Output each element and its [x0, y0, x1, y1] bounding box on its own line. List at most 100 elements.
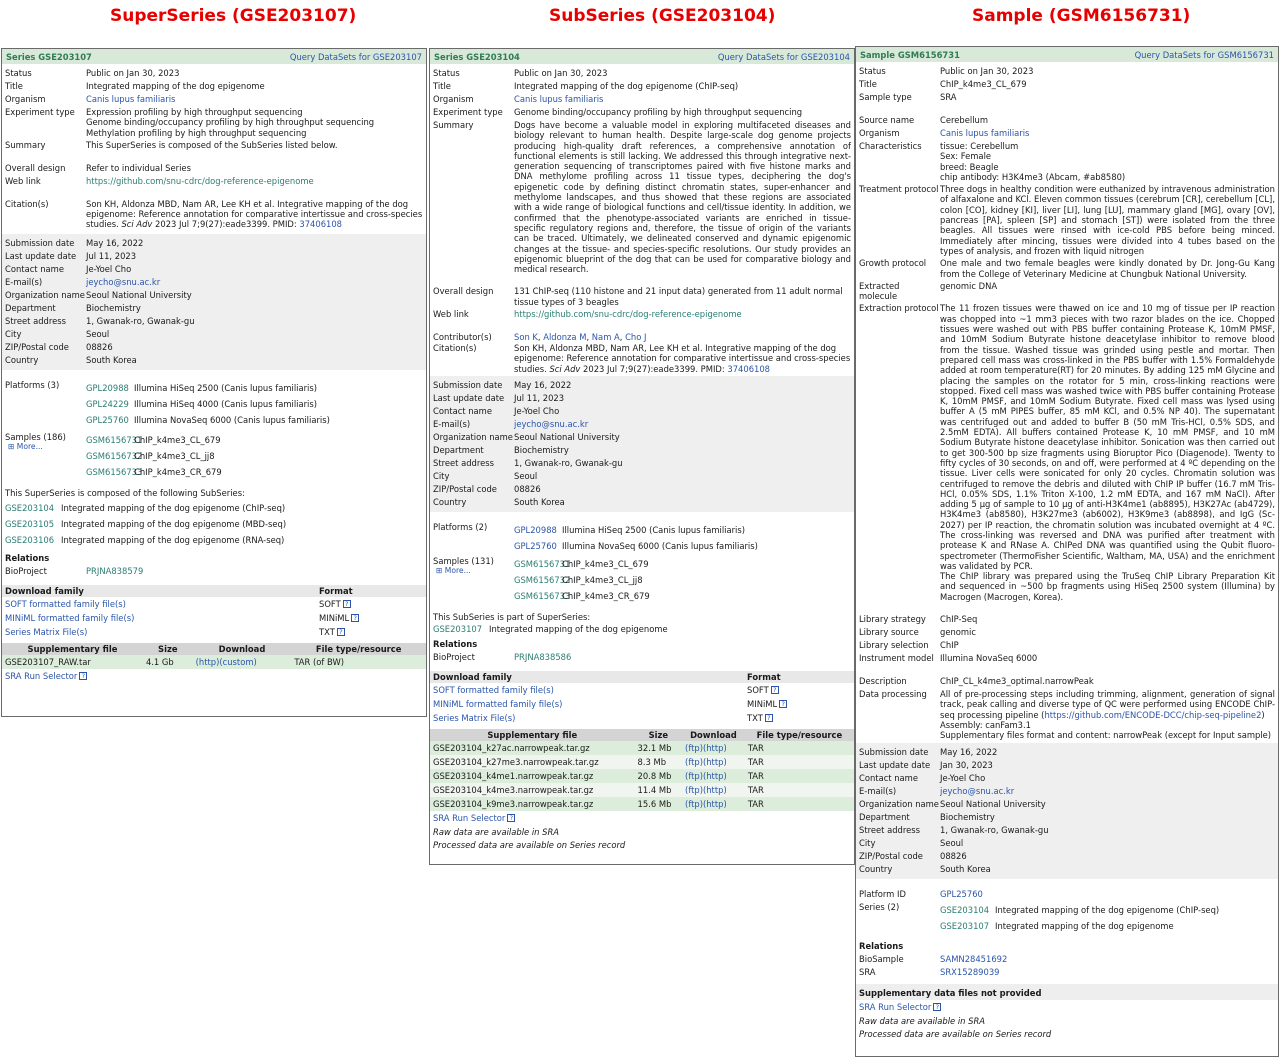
biosample-link[interactable]: SAMN28451692: [940, 954, 1007, 964]
pmid-link[interactable]: 37406108: [299, 219, 342, 229]
characteristics-value: tissue: Cerebellum Sex: Female breed: Beag…: [940, 141, 1126, 182]
organism-link[interactable]: Canis lupus familiaris: [940, 128, 1029, 138]
help-icon[interactable]: ?: [336, 628, 345, 637]
download-link[interactable]: (ftp)(http): [685, 743, 727, 753]
download-link[interactable]: (http)(custom): [196, 657, 257, 667]
sample-link[interactable]: GSM6156731: [514, 556, 570, 572]
download-link[interactable]: (ftp)(http): [685, 757, 727, 767]
web-link-label: Web link: [5, 175, 41, 186]
superseries-panel: Series GSE203107 Query DataSets for GSE2…: [1, 48, 427, 717]
platform-row: GPL20988 Illumina HiSeq 2500 (Canis lupus…: [86, 380, 423, 396]
query-datasets-link[interactable]: Query DataSets for GSM6156731: [1135, 50, 1274, 60]
sample-link[interactable]: GSM6156731: [86, 432, 142, 448]
contributor-link[interactable]: Son K: [514, 332, 538, 342]
title-value: Integrated mapping of the dog epigenome …: [514, 81, 739, 91]
zip-label: ZIP/Postal code: [433, 483, 497, 494]
platform-link[interactable]: GPL25760: [940, 889, 983, 899]
sample-link[interactable]: GSM6156732: [86, 448, 142, 464]
street-value: 1, Gwanak-ro, Gwanak-gu: [86, 315, 195, 326]
contributor-link[interactable]: Nam A: [592, 332, 620, 342]
contributor-link[interactable]: Aldonza M: [543, 332, 586, 342]
web-link[interactable]: https://github.com/snu-cdrc/dog-referenc…: [86, 176, 314, 186]
matrix-download-link[interactable]: Series Matrix File(s): [433, 713, 515, 723]
sample-link[interactable]: GSM6156733: [514, 588, 570, 604]
data-processing-label: Data processing: [859, 689, 927, 700]
help-icon[interactable]: ?: [79, 672, 88, 681]
pipeline-link[interactable]: https://github.com/ENCODE-DCC/chip-seq-p…: [1044, 710, 1261, 720]
subseries-link[interactable]: GSE203104: [5, 500, 61, 516]
sample-info: Status Public on Jan 30, 2023 Title ChIP_k…: [856, 62, 1278, 743]
sample-link[interactable]: GSM6156732: [514, 572, 570, 588]
platform-link[interactable]: GPL20988: [514, 522, 562, 538]
organism-link[interactable]: Canis lupus familiaris: [514, 94, 603, 104]
organization-label: Organization name: [5, 289, 85, 300]
street-label: Street address: [859, 824, 921, 835]
more-samples-link[interactable]: ⊞ More...: [433, 566, 514, 576]
help-icon[interactable]: ?: [933, 1003, 942, 1012]
table-row: GSE203104_k4me1.narrowpeak.tar.gz 20.8 Mb…: [430, 768, 854, 783]
help-icon[interactable]: ?: [770, 686, 779, 695]
series-link[interactable]: GSE203104: [940, 902, 995, 918]
download-link[interactable]: (ftp)(http): [685, 799, 727, 809]
superseries-link[interactable]: GSE203107: [433, 624, 489, 634]
subseries-link[interactable]: GSE203105: [5, 516, 61, 532]
summary-value: This SuperSeries is composed of the SubS…: [86, 139, 338, 150]
relations-heading: Relations: [5, 552, 50, 563]
sra-link[interactable]: SRX15289039: [940, 967, 1000, 977]
email-link[interactable]: jeycho@snu.ac.kr: [86, 277, 160, 287]
platform-link[interactable]: GPL25760: [514, 538, 562, 554]
source-name-value: Cerebellum: [940, 115, 989, 125]
soft-download-link[interactable]: SOFT formatted family file(s): [5, 599, 126, 609]
organism-link[interactable]: Canis lupus familiaris: [86, 94, 175, 104]
sample-link[interactable]: GSM6156733: [86, 464, 142, 480]
query-datasets-link[interactable]: Query DataSets for GSE203104: [718, 52, 850, 62]
miniml-download-link[interactable]: MINiML formatted family file(s): [5, 613, 134, 623]
query-datasets-link[interactable]: Query DataSets for GSE203107: [290, 52, 422, 62]
submission-date-label: Submission date: [433, 379, 503, 390]
platform-link[interactable]: GPL24229: [86, 396, 134, 412]
sample-row: GSM6156732 ChIP_k4me3_CL_jj8: [514, 572, 851, 588]
processed-data-note: Processed data are available on Series r…: [859, 1028, 1052, 1039]
help-icon[interactable]: ?: [764, 714, 773, 723]
sample-heading: Sample (GSM6156731): [972, 6, 1191, 26]
platform-link[interactable]: GPL25760: [86, 412, 134, 428]
zip-label: ZIP/Postal code: [5, 341, 69, 352]
sample-row: GSM6156732 ChIP_k4me3_CL_jj8: [86, 448, 423, 464]
overall-design-value: Refer to individual Series: [86, 162, 191, 173]
overall-design-label: Overall design: [433, 286, 494, 297]
more-samples-link[interactable]: ⊞ More...: [5, 442, 86, 452]
department-value: Biochemistry: [514, 444, 569, 455]
sra-run-selector-link[interactable]: SRA Run Selector: [859, 1002, 931, 1012]
bioproject-link[interactable]: PRJNA838586: [514, 652, 571, 662]
contributor-link[interactable]: Cho J: [625, 332, 646, 342]
contact-section: Submission date May 16, 2022 Last update …: [2, 233, 426, 370]
platform-link[interactable]: GPL20988: [86, 380, 134, 396]
download-link[interactable]: (ftp)(http): [685, 785, 727, 795]
zip-label: ZIP/Postal code: [859, 850, 923, 861]
soft-download-link[interactable]: SOFT formatted family file(s): [433, 685, 554, 695]
bioproject-link[interactable]: PRJNA838579: [86, 566, 143, 576]
submission-date-label: Submission date: [859, 746, 929, 757]
help-icon[interactable]: ?: [351, 614, 360, 623]
email-link[interactable]: jeycho@snu.ac.kr: [514, 419, 588, 429]
miniml-download-link[interactable]: MINiML formatted family file(s): [433, 699, 562, 709]
help-icon[interactable]: ?: [507, 814, 516, 823]
web-link[interactable]: https://github.com/snu-cdrc/dog-referenc…: [514, 309, 742, 319]
country-label: Country: [859, 863, 893, 874]
help-icon[interactable]: ?: [779, 700, 788, 709]
sra-run-selector-link[interactable]: SRA Run Selector: [5, 671, 77, 681]
series-info: Status Public on Jan 30, 2023 Title Integr…: [430, 64, 854, 376]
department-label: Department: [433, 444, 484, 455]
help-icon[interactable]: ?: [342, 600, 351, 609]
platform-section: Platform ID GPL25760 Series (2) GSE203104…: [856, 879, 1278, 938]
library-source-value: genomic: [940, 627, 976, 638]
subseries-link[interactable]: GSE203106: [5, 532, 61, 548]
sra-run-selector-link[interactable]: SRA Run Selector: [433, 813, 505, 823]
matrix-download-link[interactable]: Series Matrix File(s): [5, 627, 87, 637]
pmid-link[interactable]: 37406108: [727, 364, 770, 374]
series-link[interactable]: GSE203107: [940, 918, 995, 934]
sample-type-label: Sample type: [859, 92, 912, 102]
summary-label: Summary: [433, 120, 474, 130]
email-link[interactable]: jeycho@snu.ac.kr: [940, 786, 1014, 796]
download-link[interactable]: (ftp)(http): [685, 771, 727, 781]
